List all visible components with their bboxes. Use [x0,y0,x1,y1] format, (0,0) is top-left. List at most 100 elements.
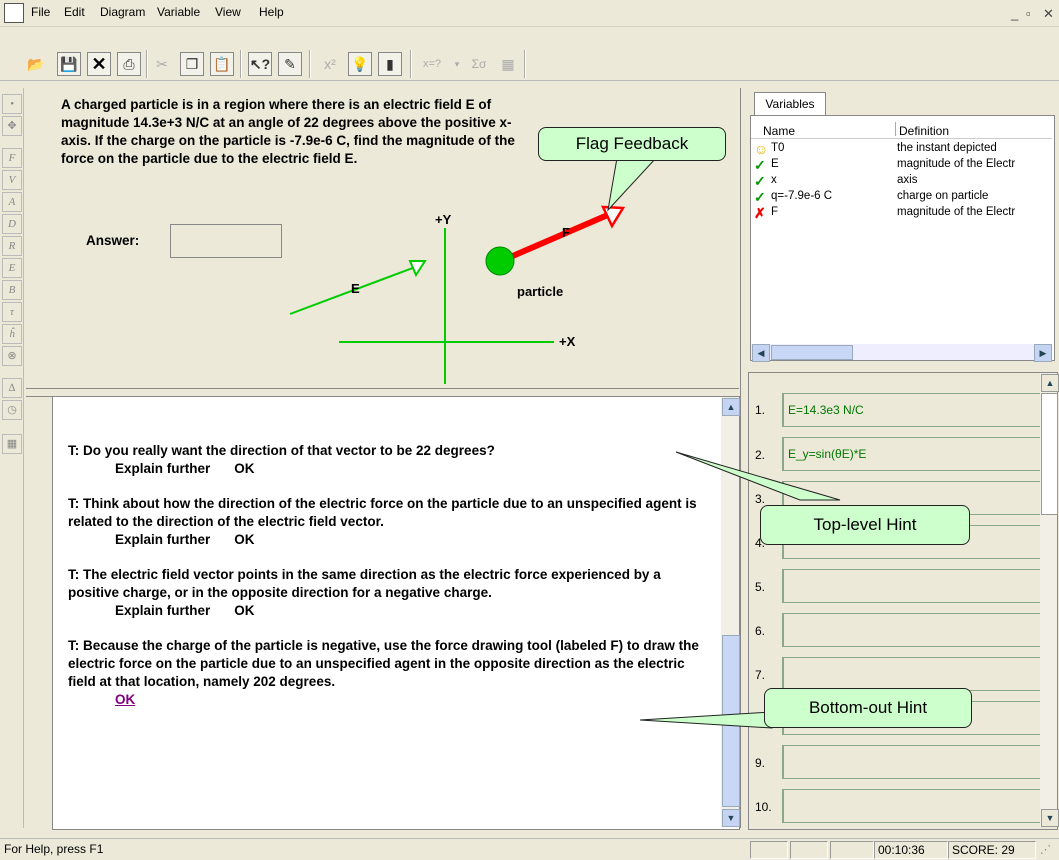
chevron-down-icon[interactable]: ▼ [1041,809,1059,827]
explain-further-link[interactable]: Explain further [115,603,210,618]
particle-circle [485,246,515,276]
answer-input[interactable] [170,224,282,258]
resize-grip-icon[interactable]: ⋰ [1040,843,1051,856]
copy-icon[interactable]: ❐ [180,52,204,76]
variables-pane: Variables Name Definition ☺ T0 the insta… [748,88,1056,364]
magnetic-field-tool[interactable]: B [2,280,22,300]
variables-hscrollbar[interactable]: ◀ ▶ [751,344,1052,362]
vertical-splitter[interactable] [740,88,747,828]
chevron-right-icon[interactable]: ▶ [1034,344,1052,362]
toolbar: 📂 💾 ✕ ⎙ ✂ ❐ 📋 ↖? ✎ x² 💡 ▮ x=? ▾ Σσ ▦ [0,30,1059,81]
tab-variables[interactable]: Variables [754,92,826,115]
hint-item: T: Because the charge of the particle is… [68,637,708,709]
relative-position-tool[interactable]: R [2,236,22,256]
system-tool[interactable]: ▦ [2,434,22,454]
flag-feedback-callout: Flag Feedback [538,127,726,161]
equation-number: 2. [755,448,766,462]
scroll-thumb[interactable] [722,635,740,807]
ok-link[interactable]: OK [234,603,254,618]
menu-help[interactable]: Help [259,5,284,19]
explain-further-link[interactable]: Explain further [115,461,210,476]
scroll-thumb[interactable] [1041,393,1058,515]
cut-icon[interactable]: ✂ [150,52,174,76]
sum-icon[interactable]: Σσ [464,52,494,76]
torque-tool[interactable]: τ [2,302,22,322]
book-icon[interactable]: ▮ [378,52,402,76]
equations-scrollbar[interactable]: ▲ ▼ [1040,373,1059,827]
help-cursor-icon[interactable]: ↖? [248,52,272,76]
equation-input-10[interactable] [782,789,1043,823]
menu-variable[interactable]: Variable [157,5,200,19]
select-tool[interactable]: • [2,94,22,114]
velocity-vector-tool[interactable]: V [2,170,22,190]
variable-row[interactable]: ✓ q=-7.9e-6 C charge on particle [751,189,1041,206]
menu-file[interactable]: File [31,5,50,19]
chevron-down-icon[interactable]: ▾ [450,52,464,76]
menu-diagram[interactable]: Diagram [100,5,145,19]
ok-link[interactable]: OK [234,532,254,547]
field-into-page-tool[interactable]: ⊗ [2,346,22,366]
f-vector-label: F [562,225,570,240]
equation-input-1[interactable]: E=14.3e3 N/C [782,393,1043,427]
paste-icon[interactable]: 📋 [210,52,234,76]
chevron-left-icon[interactable]: ◀ [752,344,770,362]
variable-row[interactable]: ☺ T0 the instant depicted [751,141,1041,158]
clock-tool[interactable]: ◷ [2,400,22,420]
f-vector-line [499,211,612,264]
column-header-definition[interactable]: Definition [899,124,949,138]
variable-row[interactable]: ✓ x axis [751,173,1041,190]
move-tool[interactable]: ✥ [2,116,22,136]
solve-for-icon[interactable]: x=? [416,52,448,76]
equation-input-7[interactable] [782,657,1043,691]
e-vector-head [408,260,427,278]
variable-row[interactable]: ✗ F magnitude of the Electr [751,205,1041,222]
equation-input-6[interactable] [782,613,1043,647]
app-icon[interactable] [4,3,24,23]
save-icon[interactable]: 💾 [57,52,81,76]
scroll-thumb[interactable] [771,345,853,360]
hint-bulb-icon[interactable]: 💡 [348,52,372,76]
dialog-scrollbar[interactable]: ▲ ▼ [721,397,740,827]
chevron-up-icon[interactable]: ▲ [722,398,740,416]
power-icon[interactable]: x² [318,52,342,76]
print-icon[interactable]: ⎙ [117,52,141,76]
status-bar: For Help, press F1 00:10:36 SCORE: 29 ⋰ [0,838,1059,860]
menu-edit[interactable]: Edit [64,5,85,19]
equation-number: 9. [755,756,766,770]
chevron-down-icon[interactable]: ▼ [722,809,740,827]
ok-link[interactable]: OK [115,692,135,707]
y-axis-label: +Y [435,212,452,227]
hint-text: T: Think about how the direction of the … [68,496,697,529]
chevron-up-icon[interactable]: ▲ [1041,374,1059,392]
acceleration-vector-tool[interactable]: A [2,192,22,212]
open-icon[interactable]: 📂 [24,52,48,76]
hint-text: T: The electric field vector points in t… [68,567,661,600]
problem-statement: A charged particle is in a region where … [61,97,515,166]
column-header-name[interactable]: Name [763,124,795,138]
ok-link[interactable]: OK [234,461,254,476]
equation-input-2[interactable]: E_y=sin(θE)*E [782,437,1043,471]
delete-icon[interactable]: ✕ [87,52,111,76]
angle-tool[interactable]: ∆ [2,378,22,398]
check-icon: ✓ [754,157,766,173]
calculator-icon[interactable]: ▦ [496,52,520,76]
e-vector-label: E [351,281,360,296]
displacement-vector-tool[interactable]: D [2,214,22,234]
menu-view[interactable]: View [215,5,241,19]
close-button[interactable]: ✕ [1043,6,1054,22]
variable-row[interactable]: ✓ E magnitude of the Electr [751,157,1041,174]
explain-further-link[interactable]: Explain further [115,532,210,547]
equation-input-9[interactable] [782,745,1043,779]
restore-button[interactable]: ▫ [1026,6,1031,21]
force-vector-tool[interactable]: F [2,148,22,168]
notes-icon[interactable]: ✎ [278,52,302,76]
electric-field-tool[interactable]: E [2,258,22,278]
minimize-button[interactable]: _ [1011,6,1018,21]
equation-input-5[interactable] [782,569,1043,603]
x-axis-label: +X [559,334,576,349]
check-icon: ✓ [754,173,766,189]
x-mark-icon: ✗ [754,205,766,221]
bottom-out-hint-callout: Bottom-out Hint [764,688,972,728]
unit-vector-tool[interactable]: ĥ [2,324,22,344]
hint-item: T: Do you really want the direction of t… [68,442,708,478]
